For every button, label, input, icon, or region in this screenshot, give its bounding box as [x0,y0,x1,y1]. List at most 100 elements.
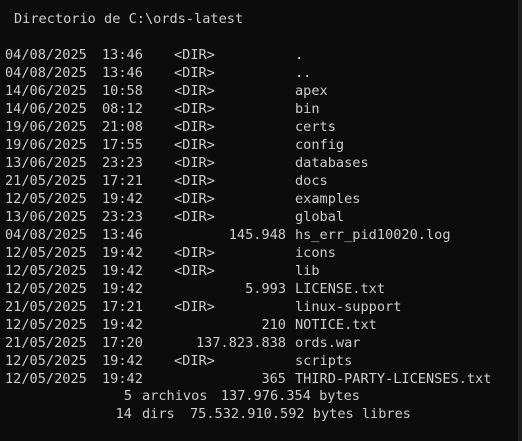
listing-row: 21/05/2025 17:21 <DIR> docs [0,172,518,190]
entry-size: 365 [261,371,286,387]
dirs-summary: 14 dirs 75.532.910.592 bytes libres [0,405,518,423]
entry-name: apex [295,83,328,99]
entry-date: 04/08/2025 [5,65,87,81]
entry-time: 17:21 [102,173,143,189]
vertical-scrollbar[interactable] [518,0,522,441]
entry-dir-tag: <DIR> [174,173,215,189]
entry-name: config [295,137,345,153]
entry-time: 21:08 [102,119,143,135]
entry-time: 19:42 [102,317,143,333]
entry-date: 21/05/2025 [5,173,87,189]
entry-dir-tag: <DIR> [174,191,215,207]
entry-name: NOTICE.txt [295,317,377,333]
entry-date: 13/06/2025 [5,155,87,171]
entry-date: 12/05/2025 [5,263,87,279]
listing-row: 04/08/2025 13:46 <DIR>. [0,46,518,64]
entry-dir-tag: <DIR> [174,101,215,117]
entry-date: 12/05/2025 [5,245,87,261]
entry-name: certs [295,119,336,135]
listing-row: 12/05/2025 19:42 <DIR> lib [0,262,518,280]
entry-dir-tag: <DIR> [174,209,215,225]
entry-date: 12/05/2025 [5,281,87,297]
entry-date: 12/05/2025 [5,353,87,369]
listing-row: 12/05/2025 19:42 <DIR> examples [0,190,518,208]
entry-dir-tag: <DIR> [174,155,215,171]
entry-dir-tag: <DIR> [174,65,215,81]
entry-name: lib [295,263,320,279]
terminal-window[interactable]: Directorio de C:\ords-latest 04/08/2025 1… [0,0,518,441]
entry-name: bin [295,101,320,117]
entry-date: 14/06/2025 [5,101,87,117]
entry-date: 04/08/2025 [5,47,87,63]
listing-row: 04/08/2025 13:46 <DIR>.. [0,64,518,82]
entry-dir-tag: <DIR> [174,137,215,153]
entry-name: linux-support [295,299,402,315]
entry-name: databases [295,155,369,171]
entry-size: 137.823.838 [195,335,286,351]
entry-time: 19:42 [102,245,143,261]
entry-time: 13:46 [102,47,143,63]
listing-row: 12/05/2025 19:42 210 NOTICE.txt [0,316,518,334]
entry-time: 17:21 [102,299,143,315]
files-count: 5 [123,388,132,404]
entry-date: 21/05/2025 [5,335,87,351]
listing-row: 19/06/2025 17:55 <DIR> config [0,136,518,154]
listing-row: 04/08/2025 13:46 145.948 hs_err_pid10020.lo… [0,226,518,244]
listing-row: 12/05/2025 19:42 <DIR> scripts [0,352,518,370]
entry-size: 5.993 [245,281,286,297]
entry-name: . [295,47,304,63]
entry-time: 23:23 [102,209,143,225]
entry-time: 19:42 [102,191,143,207]
listing-row: 13/06/2025 23:23 <DIR> global [0,208,518,226]
files-summary: 5 archivos 137.976.354 bytes [0,387,518,405]
directory-header: Directorio de C:\ords-latest [14,11,244,27]
entry-date: 12/05/2025 [5,191,87,207]
entry-date: 04/08/2025 [5,227,87,243]
entry-date: 12/05/2025 [5,317,87,333]
entry-date: 21/05/2025 [5,299,87,315]
listing-row: 12/05/2025 19:42 5.993 LICENSE.txt [0,280,518,298]
files-label: archivos [142,388,208,404]
entry-time: 10:58 [102,83,143,99]
listing-row: 21/05/2025 17:20 137.823.838 ords.war [0,334,518,352]
entry-time: 19:42 [102,371,143,387]
entry-date: 14/06/2025 [5,83,87,99]
entry-time: 13:46 [102,65,143,81]
entry-time: 19:42 [102,263,143,279]
entry-time: 23:23 [102,155,143,171]
entry-name: scripts [295,353,353,369]
entry-name: .. [295,65,312,81]
entry-dir-tag: <DIR> [174,245,215,261]
listing-row: 14/06/2025 08:12 <DIR> bin [0,100,518,118]
entry-time: 13:46 [102,227,143,243]
entry-name: icons [295,245,336,261]
entry-name: LICENSE.txt [295,281,386,297]
entry-date: 19/06/2025 [5,137,87,153]
entry-dir-tag: <DIR> [174,263,215,279]
entry-date: 12/05/2025 [5,371,87,387]
entry-dir-tag: <DIR> [174,353,215,369]
entry-date: 13/06/2025 [5,209,87,225]
entry-time: 19:42 [102,353,143,369]
entry-name: examples [295,191,361,207]
entry-name: ords.war [295,335,361,351]
entry-time: 08:12 [102,101,143,117]
entry-size: 145.948 [228,227,286,243]
listing-row: 13/06/2025 23:23 <DIR> databases [0,154,518,172]
dirs-bytes: 75.532.910.592 bytes libres [190,406,411,422]
entry-size: 210 [261,317,286,333]
dirs-count: 14 [115,406,132,422]
entry-time: 19:42 [102,281,143,297]
entry-time: 17:55 [102,137,143,153]
entry-name: THIRD-PARTY-LICENSES.txt [295,371,492,387]
listing-row: 12/05/2025 19:42 365 THIRD-PARTY-LICENSES.t… [0,370,518,388]
entry-dir-tag: <DIR> [174,83,215,99]
entry-name: global [295,209,345,225]
entry-name: docs [295,173,328,189]
listing-row: 19/06/2025 21:08 <DIR> certs [0,118,518,136]
entry-name: hs_err_pid10020.log [295,227,451,243]
listing-row: 12/05/2025 19:42 <DIR> icons [0,244,518,262]
listing-row: 21/05/2025 17:21 <DIR> linux-support [0,298,518,316]
dirs-label: dirs [142,406,175,422]
files-bytes: 137.976.354 bytes [220,388,360,404]
